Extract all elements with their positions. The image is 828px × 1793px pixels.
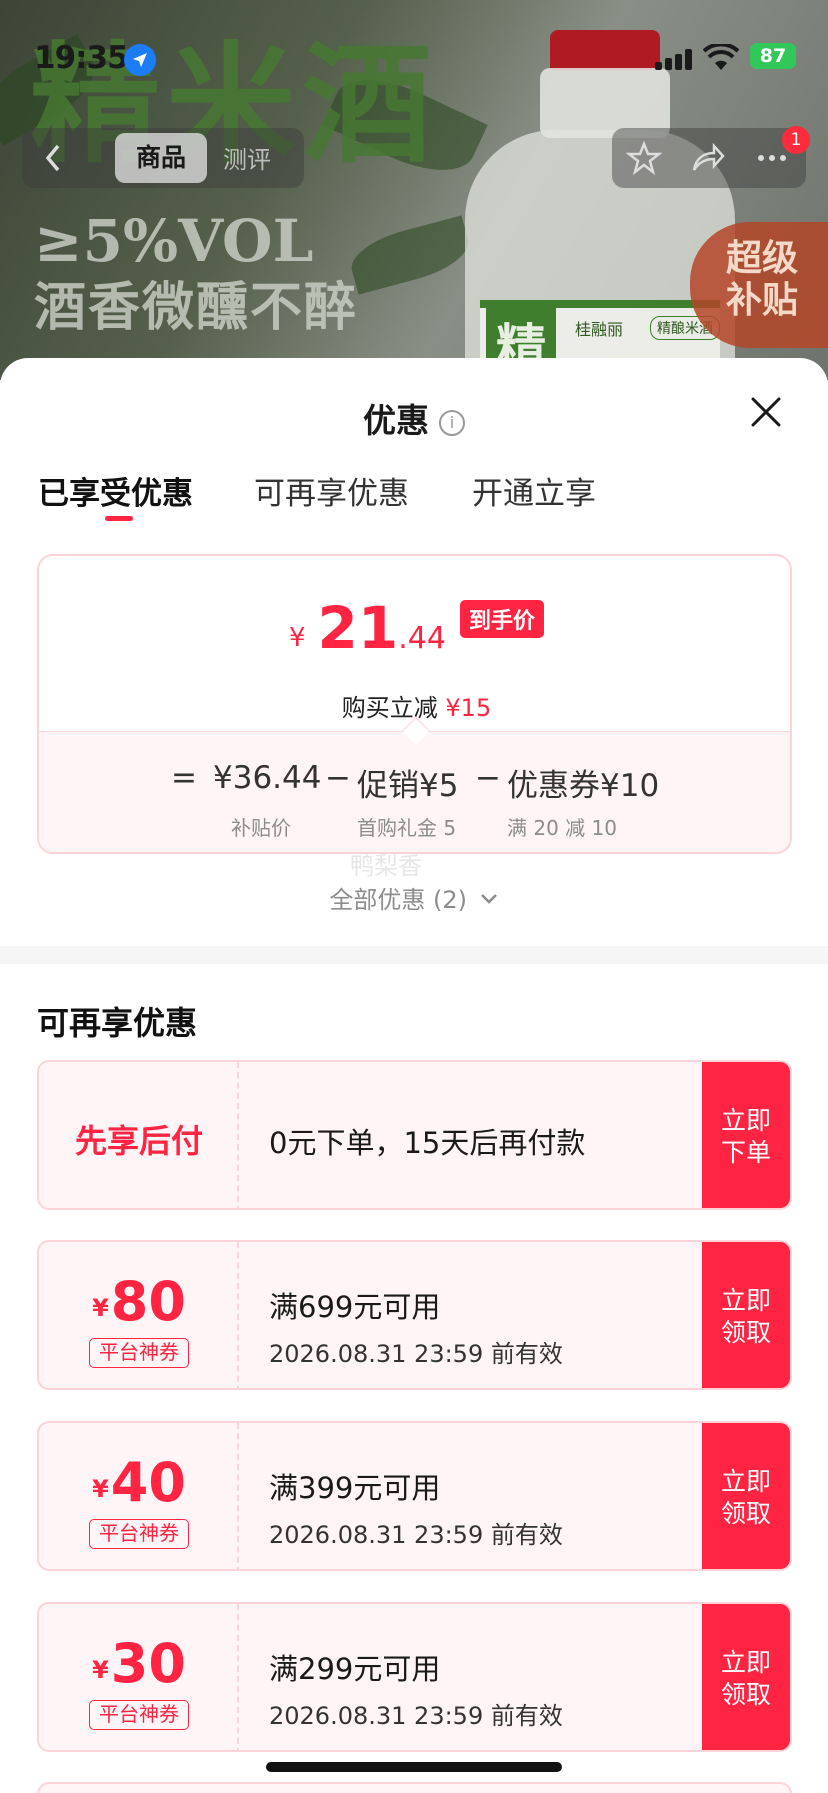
pay-later-card: 先享后付 0元下单，15天后再付款 立即 下单: [37, 1060, 792, 1210]
status-bar: 19:35 87: [0, 38, 828, 78]
cellular-signal-icon: [655, 48, 695, 70]
location-icon: [124, 44, 156, 76]
order-now-button[interactable]: 立即 下单: [702, 1062, 790, 1208]
close-icon[interactable]: [748, 394, 784, 430]
chevron-down-icon: [480, 894, 497, 904]
promo-discount: 促销¥5: [357, 768, 459, 804]
status-time: 19:35: [34, 40, 129, 76]
coupon-card: [37, 1782, 792, 1793]
tab-enjoyed[interactable]: 已享受优惠: [38, 468, 193, 513]
back-button[interactable]: [22, 128, 84, 188]
subsidy-price-label: 补贴价: [231, 816, 291, 840]
equals-sign: =: [171, 760, 197, 796]
hero-abv: ≥5%VOL: [34, 207, 314, 275]
coupon-amount: ¥40: [92, 1451, 186, 1514]
share-icon[interactable]: [690, 140, 726, 176]
pay-later-desc: 0元下单，15天后再付款: [269, 1126, 586, 1160]
coupon-type-tag: 平台神券: [89, 1338, 189, 1368]
tab-product[interactable]: 商品: [115, 133, 207, 183]
wifi-icon: [703, 44, 739, 70]
super-subsidy-badge: 超级 补贴: [690, 222, 828, 348]
coupon-discount: 优惠券¥10: [507, 768, 660, 804]
price-integer: 21: [317, 594, 399, 662]
tab-open-now[interactable]: 开通立享: [472, 468, 596, 513]
notification-badge: 1: [782, 126, 810, 154]
coupon-amount: ¥30: [92, 1632, 186, 1695]
price-decimal: .44: [398, 621, 446, 656]
coupon-condition: 满699元可用: [269, 1290, 441, 1324]
section-title: 可再享优惠: [37, 1004, 198, 1042]
tab-more-available[interactable]: 可再享优惠: [254, 468, 409, 513]
active-tab-indicator: [105, 516, 133, 521]
watermark: 鸭梨香: [350, 852, 422, 880]
bottle-image: 精 桂融丽 精酿米酒: [455, 30, 745, 380]
coupon-card: ¥40 平台神券 满399元可用 2026.08.31 23:59 前有效 立即…: [37, 1421, 792, 1571]
tab-review[interactable]: 测评: [223, 140, 271, 175]
minus-sign: −: [325, 760, 351, 796]
coupon-discount-label: 满 20 减 10: [507, 816, 617, 840]
final-price: ¥21.44 到手价: [39, 594, 790, 662]
promotion-sheet: 优惠 i 已享受优惠 可再享优惠 开通立享 ¥21.44 到手价 购买立减 ¥15 …: [0, 358, 828, 1793]
minus-sign: −: [475, 760, 501, 796]
price-breakdown: = ¥36.44 补贴价 − 促销¥5 首购礼金 5 − 优惠券¥10 满 20…: [39, 731, 790, 852]
coupon-validity: 2026.08.31 23:59 前有效: [269, 1702, 563, 1730]
coupon-validity: 2026.08.31 23:59 前有效: [269, 1340, 563, 1368]
final-price-card: ¥21.44 到手价 购买立减 ¥15 = ¥36.44 补贴价 − 促销¥5 首…: [37, 554, 792, 854]
claim-coupon-button[interactable]: 立即 领取: [702, 1423, 790, 1569]
coupon-type-tag: 平台神券: [89, 1519, 189, 1549]
hero-slogan: 酒香微醺不醉: [34, 277, 359, 338]
subsidy-price: ¥36.44: [213, 760, 322, 796]
sheet-header: 优惠 i: [0, 394, 828, 442]
star-icon[interactable]: [626, 140, 662, 176]
nav-actions: [612, 128, 806, 188]
battery-indicator: 87: [750, 43, 796, 69]
coupon-validity: 2026.08.31 23:59 前有效: [269, 1521, 563, 1549]
home-indicator[interactable]: [266, 1762, 562, 1772]
coupon-card: ¥30 平台神券 满299元可用 2026.08.31 23:59 前有效 立即…: [37, 1602, 792, 1752]
info-icon[interactable]: i: [439, 410, 465, 436]
coupon-amount: ¥80: [92, 1270, 186, 1333]
pay-later-label: 先享后付: [74, 1122, 203, 1160]
claim-coupon-button[interactable]: 立即 领取: [702, 1604, 790, 1750]
coupon-type-tag: 平台神券: [89, 1700, 189, 1730]
price-tag: 到手价: [459, 600, 544, 638]
chevron-left-icon: [45, 144, 60, 172]
section-divider: [0, 946, 828, 964]
promo-discount-label: 首购礼金 5: [357, 816, 457, 840]
coupon-condition: 满299元可用: [269, 1652, 441, 1686]
all-promotions-link[interactable]: 全部优惠 (2): [0, 880, 828, 915]
sheet-title: 优惠: [363, 401, 429, 440]
claim-coupon-button[interactable]: 立即 领取: [702, 1242, 790, 1388]
coupon-condition: 满399元可用: [269, 1471, 441, 1505]
coupon-card: ¥80 平台神券 满699元可用 2026.08.31 23:59 前有效 立即…: [37, 1240, 792, 1390]
